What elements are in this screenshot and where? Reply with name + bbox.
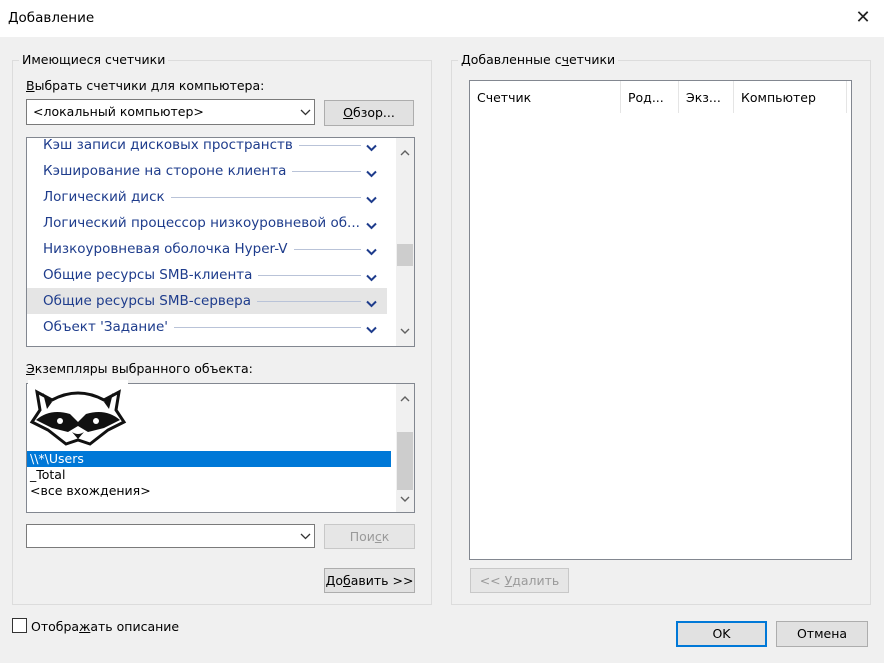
counter-object-name: Общие ресурсы SMB-клиента bbox=[43, 267, 253, 283]
separator-line bbox=[170, 197, 361, 198]
close-button[interactable]: ✕ bbox=[846, 4, 880, 32]
ok-button[interactable]: OK bbox=[676, 621, 767, 647]
ok-button-label: OK bbox=[712, 626, 731, 641]
separator-line bbox=[173, 327, 361, 328]
column-header[interactable]: Счетчик bbox=[470, 81, 621, 113]
show-description-label: Отображать описание bbox=[31, 619, 180, 634]
instances-scroll-thumb[interactable] bbox=[397, 432, 413, 490]
separator-line bbox=[257, 301, 361, 302]
counter-object-name: Логический процессор низкоуровневой об..… bbox=[43, 215, 360, 231]
chevron-down-icon bbox=[296, 100, 314, 124]
scroll-up-icon[interactable] bbox=[396, 390, 414, 408]
column-header[interactable]: Экз... bbox=[679, 81, 734, 113]
separator-line bbox=[292, 171, 361, 172]
counter-object-name: Низкоуровневая оболочка Hyper-V bbox=[43, 241, 288, 257]
expand-chevron-icon[interactable] bbox=[366, 296, 377, 311]
add-button[interactable]: Добавить >> bbox=[324, 568, 415, 593]
instance-item[interactable]: _Total bbox=[27, 467, 391, 483]
instance-name: _Total bbox=[30, 467, 66, 482]
instance-name: <все вхождения> bbox=[30, 483, 151, 498]
window-title: Добавление bbox=[8, 10, 95, 26]
objects-scroll-thumb[interactable] bbox=[397, 244, 413, 266]
expand-chevron-icon[interactable] bbox=[366, 192, 377, 207]
close-icon: ✕ bbox=[855, 7, 871, 28]
instances-scrollbar[interactable] bbox=[396, 384, 414, 512]
counter-object-item[interactable]: Логический процессор низкоуровневой об..… bbox=[27, 210, 387, 236]
counter-object-item[interactable]: Кэширование на стороне клиента bbox=[27, 158, 387, 184]
title-bar: Добавление ✕ bbox=[0, 0, 884, 37]
instances-label: Экземпляры выбранного объекта: bbox=[26, 361, 253, 376]
scroll-up-icon[interactable] bbox=[396, 144, 414, 162]
cancel-button[interactable]: Отмена bbox=[776, 621, 868, 647]
counter-object-item[interactable]: Кэш записи дисковых пространств bbox=[27, 137, 387, 158]
search-button-label: Поиск bbox=[349, 529, 390, 544]
browse-button-label: Обзор... bbox=[343, 105, 395, 120]
counter-object-name: Логический диск bbox=[43, 189, 165, 205]
added-counters-label: Добавленные счетчики bbox=[458, 52, 619, 67]
scroll-down-icon[interactable] bbox=[396, 322, 414, 340]
separator-line bbox=[258, 275, 361, 276]
expand-chevron-icon[interactable] bbox=[366, 244, 377, 259]
expand-chevron-icon[interactable] bbox=[366, 166, 377, 181]
column-header[interactable]: Род... bbox=[621, 81, 679, 113]
counter-object-item[interactable]: Объект 'Задание' bbox=[27, 314, 387, 340]
column-header-label: Счетчик bbox=[477, 90, 532, 105]
expand-chevron-icon[interactable] bbox=[366, 140, 377, 155]
remove-button[interactable]: << Удалить bbox=[470, 568, 569, 593]
objects-scrollbar[interactable] bbox=[396, 138, 414, 346]
instance-name: \\*\Users bbox=[30, 451, 84, 466]
search-button[interactable]: Поиск bbox=[324, 524, 415, 549]
separator-line bbox=[298, 145, 361, 146]
remove-button-label: << Удалить bbox=[479, 573, 560, 588]
computer-combo[interactable]: <локальный компьютер> bbox=[26, 99, 315, 125]
browse-button[interactable]: Обзор... bbox=[324, 100, 414, 126]
counter-object-item[interactable]: Общие ресурсы SMB-сервера bbox=[27, 288, 387, 314]
column-header-label: Экз... bbox=[686, 90, 721, 105]
separator-line bbox=[293, 249, 361, 250]
instance-item[interactable]: \\*\Users bbox=[27, 451, 391, 467]
column-header[interactable]: Компьютер bbox=[734, 81, 847, 113]
available-counters-label: Имеющиеся счетчики bbox=[19, 52, 169, 67]
counter-object-name: Кэш записи дисковых пространств bbox=[43, 137, 293, 153]
scroll-down-icon[interactable] bbox=[396, 490, 414, 508]
counter-object-name: Общие ресурсы SMB-сервера bbox=[43, 293, 252, 309]
added-counters-table[interactable]: Счетчик Род... Экз... Компьютер bbox=[469, 80, 852, 560]
counter-object-item[interactable]: Общие ресурсы SMB-клиента bbox=[27, 262, 387, 288]
counter-object-item[interactable]: Логический диск bbox=[27, 184, 387, 210]
chevron-down-icon bbox=[296, 525, 314, 547]
select-computer-label: Выбрать счетчики для компьютера: bbox=[26, 78, 265, 93]
cancel-button-label: Отмена bbox=[796, 626, 848, 641]
counter-objects-list[interactable]: Кэш записи дисковых пространств Кэширован… bbox=[26, 137, 415, 347]
column-header-label: Род... bbox=[628, 90, 664, 105]
search-combo[interactable] bbox=[26, 524, 315, 548]
add-button-label: Добавить >> bbox=[325, 573, 414, 588]
column-header-label: Компьютер bbox=[741, 90, 816, 105]
instance-item[interactable]: <все вхождения> bbox=[27, 483, 391, 499]
counter-object-item[interactable]: Низкоуровневая оболочка Hyper-V bbox=[27, 236, 387, 262]
expand-chevron-icon[interactable] bbox=[366, 270, 377, 285]
computer-value: <локальный компьютер> bbox=[33, 104, 204, 119]
expand-chevron-icon[interactable] bbox=[366, 218, 377, 233]
raccoon-logo bbox=[28, 380, 128, 450]
counter-object-name: Объект 'Задание' bbox=[43, 319, 168, 335]
expand-chevron-icon[interactable] bbox=[366, 322, 377, 337]
show-description-checkbox[interactable] bbox=[12, 618, 27, 633]
counter-object-name: Кэширование на стороне клиента bbox=[43, 163, 287, 179]
